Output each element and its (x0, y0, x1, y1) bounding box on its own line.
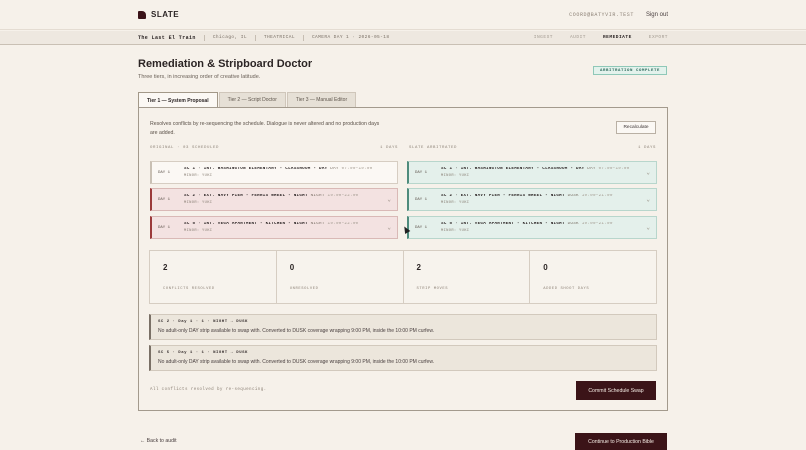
tab-tier-1[interactable]: Tier 1 — System Proposal (138, 92, 218, 108)
strip-title: SC 2 · EXT. NAVY PIER - FERRIS WHEEL - N… (441, 194, 565, 198)
arbitrated-column-header: SLATE ARBITRATED (409, 146, 458, 150)
strip-time: 19:00–22:00 (327, 194, 359, 198)
strip-title: SC 2 · EXT. NAVY PIER - FERRIS WHEEL - N… (184, 194, 308, 198)
strip-minor: MINOR: YUKI (184, 229, 213, 233)
strip-minor: MINOR: YUKI (184, 201, 213, 205)
chevron-down-icon[interactable]: ⌄ (387, 196, 391, 203)
app-name: SLATE (151, 10, 180, 19)
app-logo[interactable]: SLATE (138, 10, 179, 19)
recalculate-button[interactable]: Recalculate (616, 121, 656, 134)
strip-tag: NIGHT (310, 222, 325, 226)
tab-tier-2[interactable]: Tier 2 — Script Doctor (218, 92, 286, 107)
page-subtitle: Three tiers, in increasing order of crea… (138, 74, 261, 80)
tier-1-panel: Resolves conflicts by re-sequencing the … (138, 107, 668, 411)
remediation-stats: 2 CONFLICTS RESOLVED 0 UNRESOLVED 2 STRI… (149, 250, 657, 304)
strip-minor: MINOR: YUKI (441, 174, 470, 178)
original-strip-sc1[interactable]: DAY 1 SC 1 · INT. WASHINGTON ELEMENTARY … (150, 161, 398, 184)
remediation-note-sc5: SC 5 · Day 1 · 1 · NIGHT → DUSK No adult… (149, 345, 657, 371)
strip-time: 07:00–19:00 (341, 167, 373, 171)
strip-tag: DUSK (567, 194, 579, 198)
resolution-footnote: All conflicts resolved by re-sequencing. (150, 388, 267, 392)
original-days-count: 1 DAYS (380, 146, 399, 150)
strip-tag: DAY (330, 167, 339, 171)
tier-tabs: Tier 1 — System Proposal Tier 2 — Script… (138, 92, 357, 108)
stat-strip-moves: 2 STRIP MOVES (404, 251, 531, 303)
arbitrated-strip-sc5[interactable]: DAY 1 SC 5 · INT. VEGA APARTMENT - KITCH… (407, 216, 657, 239)
chevron-down-icon[interactable]: ⌄ (646, 224, 650, 231)
arbitrated-strip-sc1[interactable]: DAY 1 SC 1 · INT. WASHINGTON ELEMENTARY … (407, 161, 657, 184)
camera-day: CAMERA DAY 1 · 2026-05-18 (311, 35, 390, 40)
remediation-note-sc2: SC 2 · Day 1 · 1 · NIGHT → DUSK No adult… (149, 314, 657, 340)
step-export[interactable]: EXPORT (649, 35, 668, 40)
chevron-down-icon[interactable]: ⌄ (646, 169, 650, 176)
strip-tag: DAY (587, 167, 596, 171)
continue-to-production-bible-button[interactable]: Continue to Production Bible (575, 433, 667, 450)
stat-unresolved: 0 UNRESOLVED (277, 251, 404, 303)
arbitration-status-badge: ARBITRATION COMPLETE (593, 66, 667, 75)
stat-conflicts-resolved: 2 CONFLICTS RESOLVED (150, 251, 277, 303)
sign-out-link[interactable]: Sign out (646, 12, 668, 18)
strip-minor: MINOR: YUKI (184, 174, 213, 178)
chevron-down-icon[interactable]: ⌄ (646, 196, 650, 203)
strip-title: SC 5 · INT. VEGA APARTMENT - KITCHEN - N… (441, 222, 565, 226)
strip-time: 07:00–19:00 (598, 167, 630, 171)
chevron-down-icon[interactable]: ⌄ (387, 224, 391, 231)
slate-logo-icon (138, 10, 146, 19)
strip-minor: MINOR: YUKI (441, 201, 470, 205)
step-audit[interactable]: AUDIT (570, 35, 586, 40)
original-column-header: ORIGINAL · 03 SCHEDULED (150, 146, 220, 150)
strip-time: 19:00–21:00 (581, 222, 613, 226)
stat-added-shoot-days: 0 ADDED SHOOT DAYS (543, 263, 590, 291)
step-remediate[interactable]: REMEDIATE (603, 35, 632, 40)
step-ingest[interactable]: INGEST (534, 35, 553, 40)
strip-time: 19:00–21:00 (581, 194, 613, 198)
tab-tier-3[interactable]: Tier 3 — Manual Editor (286, 92, 357, 107)
project-type: THEATRICAL (263, 35, 295, 40)
original-strip-sc2[interactable]: DAY 1 SC 2 · EXT. NAVY PIER - FERRIS WHE… (150, 188, 398, 211)
arbitrated-strip-sc2[interactable]: DAY 1 SC 2 · EXT. NAVY PIER - FERRIS WHE… (407, 188, 657, 211)
tier-description: Resolves conflicts by re-sequencing the … (150, 121, 380, 136)
project-location: Chicago, IL (212, 35, 247, 40)
commit-schedule-swap-button[interactable]: Commit Schedule Swap (576, 381, 656, 400)
project-title: The Last El Train (138, 34, 196, 41)
top-bar: SLATE COORD@BATYVIR.TEST Sign out (0, 0, 806, 30)
arbitrated-days-count: 1 DAYS (638, 146, 657, 150)
strip-title: SC 1 · INT. WASHINGTON ELEMENTARY - CLAS… (184, 167, 328, 171)
user-email: COORD@BATYVIR.TEST (569, 11, 634, 18)
back-to-audit-link[interactable]: ← Back to audit (140, 438, 177, 444)
original-strip-sc5[interactable]: DAY 1 SC 5 · INT. VEGA APARTMENT - KITCH… (150, 216, 398, 239)
strip-title: SC 5 · INT. VEGA APARTMENT - KITCHEN - N… (184, 222, 308, 226)
project-bar: The Last El Train Chicago, IL THEATRICAL… (0, 31, 806, 45)
strip-minor: MINOR: YUKI (441, 229, 470, 233)
strip-title: SC 1 · INT. WASHINGTON ELEMENTARY - CLAS… (441, 167, 585, 171)
page-title: Remediation & Stripboard Doctor (138, 58, 313, 70)
strip-tag: DUSK (567, 222, 579, 226)
strip-time: 19:00–22:00 (327, 222, 359, 226)
strip-tag: NIGHT (310, 194, 325, 198)
